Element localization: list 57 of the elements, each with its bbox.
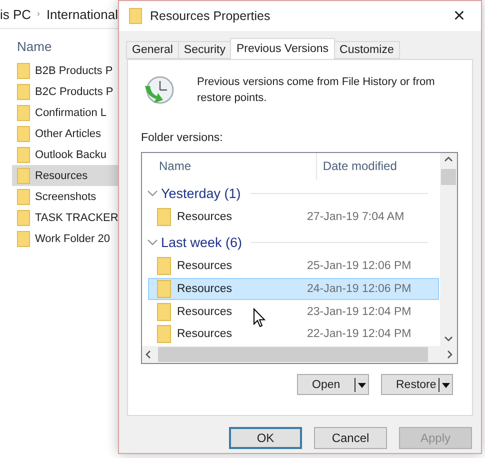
version-row[interactable]: Resources 22-Jan-19 12:04 PM bbox=[148, 323, 439, 345]
chevron-right-icon bbox=[37, 10, 40, 18]
folder-icon bbox=[17, 188, 30, 204]
horizontal-scrollbar[interactable] bbox=[142, 346, 457, 363]
chevron-icon[interactable] bbox=[147, 238, 158, 246]
folder-icon bbox=[157, 257, 171, 276]
version-row[interactable]: Resources 27-Jan-19 7:04 AM bbox=[148, 206, 439, 228]
tab[interactable]: General bbox=[126, 41, 179, 59]
folder-icon bbox=[17, 210, 30, 226]
dialog-button[interactable]: OK bbox=[229, 427, 302, 449]
split-button[interactable]: Restore bbox=[381, 374, 453, 395]
folder-icon bbox=[17, 84, 30, 100]
tab[interactable]: Customize bbox=[334, 41, 400, 59]
group-header[interactable]: Yesterday (1) bbox=[161, 186, 241, 201]
file-list-item[interactable]: Outlook Backu bbox=[12, 144, 118, 165]
mouse-cursor-icon bbox=[253, 308, 266, 328]
group-header[interactable]: Last week (6) bbox=[161, 234, 242, 250]
list-label: Folder versions: bbox=[141, 132, 224, 144]
file-list-item[interactable]: B2C Products P bbox=[12, 81, 118, 102]
file-list-item[interactable]: Work Folder 20 bbox=[12, 228, 118, 249]
version-row[interactable]: Resources 25-Jan-19 12:06 PM bbox=[148, 256, 439, 278]
column-header[interactable]: Name bbox=[142, 153, 316, 180]
file-list-item[interactable]: TASK TRACKER bbox=[12, 207, 118, 228]
breadcrumb-item[interactable]: International bbox=[46, 6, 118, 22]
dialog-button[interactable]: Cancel bbox=[314, 427, 387, 449]
split-button[interactable]: Open bbox=[297, 374, 369, 395]
folder-icon bbox=[17, 230, 30, 246]
breadcrumb-item[interactable]: is PC bbox=[0, 6, 32, 22]
vertical-scrollbar[interactable] bbox=[440, 153, 457, 346]
folder-icon bbox=[17, 62, 30, 78]
close-button[interactable]: × bbox=[447, 6, 471, 26]
folder-icon bbox=[17, 146, 30, 162]
file-list-item[interactable]: B2B Products P bbox=[12, 60, 118, 81]
folder-icon bbox=[129, 8, 142, 24]
caret-icon bbox=[438, 376, 452, 392]
file-list-item[interactable]: Other Articles bbox=[12, 123, 118, 144]
folder-icon bbox=[17, 168, 30, 184]
file-list-item[interactable]: Confirmation L bbox=[12, 102, 118, 123]
scrollbar-thumb[interactable] bbox=[158, 347, 428, 362]
info-text: Previous versions come from File History or from restore points. bbox=[197, 75, 436, 106]
folder-icon bbox=[157, 208, 171, 226]
column-header[interactable]: Name bbox=[17, 39, 118, 54]
folder-icon bbox=[17, 104, 30, 120]
folder-icon bbox=[157, 302, 171, 321]
folder-icon bbox=[157, 325, 171, 344]
version-row[interactable]: Resources 24-Jan-19 12:06 PM bbox=[148, 278, 439, 300]
version-row[interactable]: Resources 23-Jan-19 12:04 PM bbox=[148, 300, 439, 322]
caret-icon bbox=[354, 376, 368, 392]
folder-icon bbox=[17, 126, 30, 142]
folder-icon bbox=[157, 280, 171, 298]
scrollbar-thumb[interactable] bbox=[441, 169, 456, 185]
tab[interactable]: Security bbox=[178, 41, 232, 59]
file-list-item[interactable]: Resources bbox=[12, 165, 118, 186]
chevron-icon[interactable] bbox=[147, 190, 158, 197]
file-list-item[interactable]: Screenshots bbox=[12, 186, 118, 207]
window-title: Resources Properties bbox=[150, 9, 272, 23]
tab[interactable]: Previous Versions bbox=[230, 38, 335, 59]
